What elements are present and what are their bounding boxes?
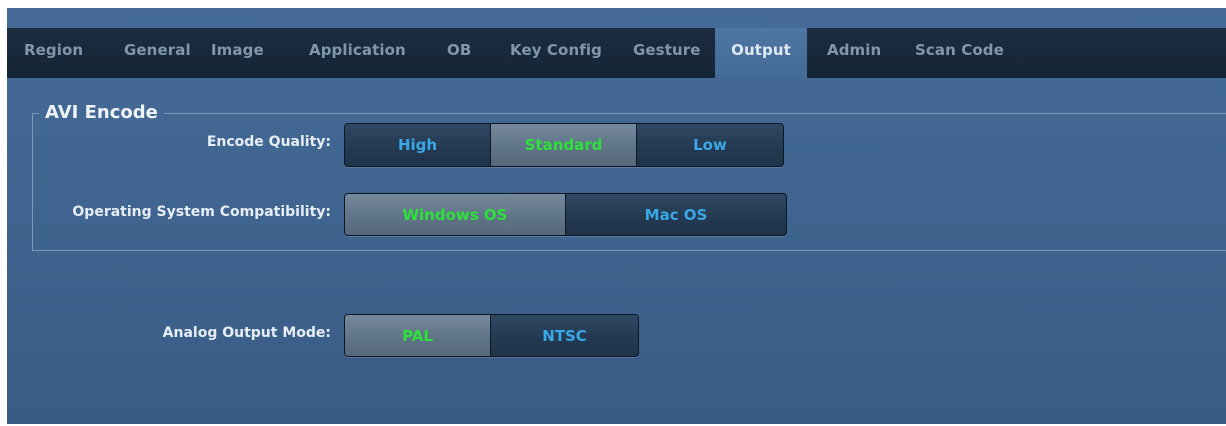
analog-output-mode-selector: PAL NTSC: [344, 314, 639, 357]
analog-output-mode-label: Analog Output Mode:: [162, 325, 331, 341]
tab-image[interactable]: Image: [211, 28, 264, 78]
tab-gesture[interactable]: Gesture: [633, 28, 701, 78]
os-compatibility-label: Operating System Compatibility:: [72, 204, 331, 220]
tab-general[interactable]: General: [124, 28, 191, 78]
mac-os-button[interactable]: Mac OS: [566, 194, 786, 235]
os-compatibility-selector: Windows OS Mac OS: [344, 193, 787, 236]
tab-ob[interactable]: OB: [447, 28, 471, 78]
output-settings-panel: Region General Image Application OB Key …: [7, 8, 1226, 424]
tab-admin[interactable]: Admin: [827, 28, 881, 78]
encode-quality-standard-button[interactable]: Standard: [491, 124, 637, 166]
tab-output[interactable]: Output: [715, 28, 807, 78]
tab-scan-code[interactable]: Scan Code: [915, 28, 1004, 78]
encode-quality-high-button[interactable]: High: [345, 124, 491, 166]
windows-os-button[interactable]: Windows OS: [345, 194, 566, 235]
settings-tab-bar: Region General Image Application OB Key …: [7, 28, 1226, 78]
encode-quality-label: Encode Quality:: [206, 134, 331, 150]
encode-quality-low-button[interactable]: Low: [637, 124, 783, 166]
avi-encode-title: AVI Encode: [39, 102, 164, 124]
tab-key-config[interactable]: Key Config: [510, 28, 602, 78]
encode-quality-selector: High Standard Low: [344, 123, 784, 167]
tab-application[interactable]: Application: [309, 28, 406, 78]
tab-region[interactable]: Region: [24, 28, 83, 78]
pal-button[interactable]: PAL: [345, 315, 491, 356]
ntsc-button[interactable]: NTSC: [491, 315, 638, 356]
